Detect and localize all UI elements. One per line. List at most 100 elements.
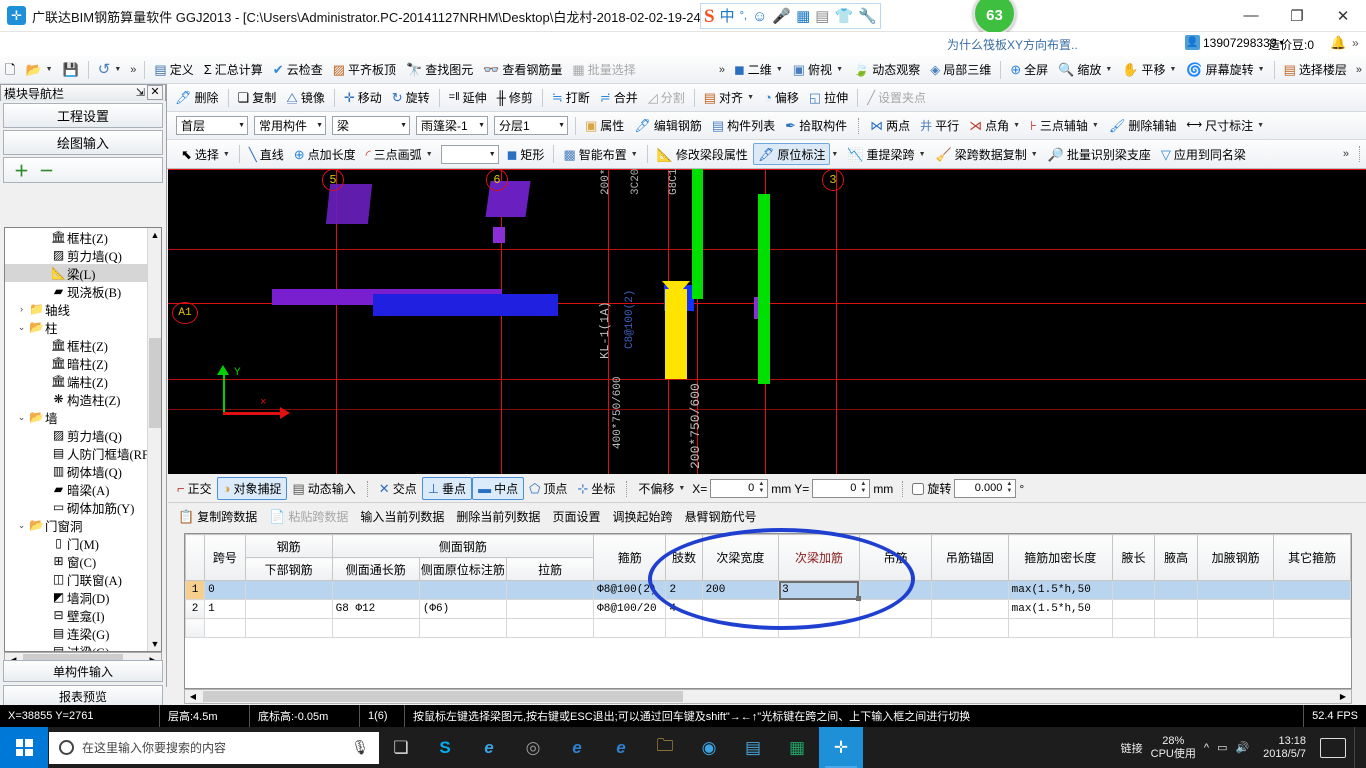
local-3d-button[interactable]: ◈ 局部三维	[925, 59, 996, 81]
grid-header-14[interactable]: 其它箍筋	[1273, 534, 1351, 581]
undo-button[interactable]: ↺ ▼	[93, 59, 127, 81]
grid-cell-empty-6[interactable]	[665, 618, 703, 638]
column-green[interactable]	[692, 169, 703, 299]
spinner-icon[interactable]: ▲ ▼	[756, 481, 766, 496]
chevron-down-icon[interactable]: ▼	[1092, 122, 1099, 129]
tree-expander-icon[interactable]: ⌄	[15, 412, 28, 423]
grid-hscrollbar[interactable]: ◀ ▶	[184, 689, 1352, 704]
grid-header-10[interactable]: 箍筋加密长度	[1007, 534, 1113, 581]
offset-select[interactable]: 不偏移 ▼	[633, 478, 690, 499]
grid-cell-0-9[interactable]	[858, 580, 933, 600]
beam-element[interactable]	[373, 294, 558, 316]
chevron-down-icon[interactable]: ▼	[223, 151, 230, 158]
grid-header-7[interactable]: 次梁加筋	[778, 534, 860, 581]
grid-cell-0-2[interactable]	[331, 580, 420, 600]
ime-card-icon[interactable]: ▤	[815, 9, 829, 24]
chevron-down-icon[interactable]: ▼	[316, 122, 323, 129]
set-grip-button[interactable]: ╱ 设置夹点	[862, 87, 931, 109]
stretch-button[interactable]: ◱ 拉伸	[804, 87, 853, 109]
dynamic-observe-button[interactable]: 🍃 动态观察	[848, 59, 925, 81]
scroll-down-icon[interactable]: ▼	[148, 637, 161, 651]
intersection-snap[interactable]: ✕ 交点	[374, 478, 422, 499]
ime-punctuation-icon[interactable]: °,	[740, 10, 747, 22]
excel-icon[interactable]: ▦	[775, 727, 819, 768]
tree-item-12[interactable]: ▤ 人防门框墙(RF	[5, 444, 149, 462]
chevron-down-icon[interactable]: ▼	[678, 485, 685, 492]
chevron-down-icon[interactable]: ▼	[114, 66, 121, 73]
tree-expander-icon[interactable]: ›	[15, 304, 28, 314]
grid-cell-1-0[interactable]: 1	[204, 599, 246, 619]
grid-cell-1-7[interactable]	[701, 599, 780, 619]
report-preview-button[interactable]: 报表预览	[3, 685, 163, 707]
scroll-thumb[interactable]	[149, 338, 161, 428]
show-desktop-button[interactable]	[1354, 727, 1362, 768]
point-angle-button[interactable]: ⋊ 点角 ▼	[964, 115, 1025, 137]
grid-cell-1-1[interactable]	[244, 599, 333, 619]
ie-icon[interactable]: e	[599, 727, 643, 768]
grid-cell-empty-14[interactable]	[1196, 618, 1275, 638]
tree-expander-icon[interactable]: ⌄	[15, 322, 28, 333]
rotate-button[interactable]: ↻ 旋转	[387, 87, 435, 109]
grid-cell-0-1[interactable]	[244, 580, 333, 600]
grid-header-6[interactable]: 次梁宽度	[701, 534, 780, 581]
grid-cell-0-3[interactable]	[418, 580, 507, 600]
tree-item-19[interactable]: ◫ 门联窗(A)	[5, 570, 149, 588]
grid-cell-0-11[interactable]: max(1.5*h,50	[1007, 580, 1113, 600]
grid-cell-1-13[interactable]	[1154, 599, 1198, 619]
promo-link[interactable]: 为什么筏板XY方向布置..	[947, 36, 1078, 53]
rotate-input[interactable]: 0.000 ▲ ▼	[954, 479, 1017, 498]
select-floor-button[interactable]: ▤ 选择楼层	[1279, 59, 1352, 81]
grid-cell-empty-12[interactable]	[1111, 618, 1156, 638]
open-file-button[interactable]: 📂 ▼	[20, 59, 57, 81]
flat-top-button[interactable]: ▨ 平齐板顶	[328, 59, 401, 81]
grid-cell-0-12[interactable]	[1111, 580, 1156, 600]
merge-button[interactable]: ≓ 合并	[595, 87, 643, 109]
grid-cell-0-7[interactable]: 200	[701, 580, 780, 600]
start-button[interactable]	[0, 727, 48, 768]
tree-item-10[interactable]: ⌄ 📂 墙	[5, 408, 149, 426]
grid-header-11[interactable]: 腋长	[1111, 534, 1156, 581]
line-button[interactable]: ╲ 直线	[244, 143, 289, 165]
sogou-logo-icon[interactable]: S	[704, 7, 715, 26]
rectangle-button[interactable]: ◼ 矩形	[502, 143, 550, 165]
app-window-icon[interactable]: ▤	[731, 727, 775, 768]
chevron-down-icon[interactable]: ▼	[836, 66, 843, 73]
project-settings-button[interactable]: 工程设置	[3, 103, 163, 128]
grid-cell-1-9[interactable]	[858, 599, 933, 619]
page-setup-action[interactable]: 页面设置	[552, 508, 600, 525]
grid-cell-1-5[interactable]: Φ8@100/20	[593, 599, 667, 619]
grid-cell-1-4[interactable]	[505, 599, 595, 619]
floor-select[interactable]: 首层 ▼	[176, 116, 248, 135]
chevron-down-icon[interactable]: ▼	[1105, 66, 1112, 73]
grid-header-5[interactable]: 肢数	[665, 534, 703, 581]
tree-item-9[interactable]: ❋ 构造柱(Z)	[5, 390, 149, 408]
edit-beam-segment-button[interactable]: 📐 修改梁段属性	[652, 143, 753, 165]
grid-cell-empty-13[interactable]	[1154, 618, 1198, 638]
grid-cell-1-14[interactable]	[1196, 599, 1275, 619]
perpendicular-snap[interactable]: ⊥ 垂点	[421, 477, 473, 500]
component-list-button[interactable]: ▤ 构件列表	[707, 115, 780, 137]
grid-cell-empty-5[interactable]	[593, 618, 667, 638]
panel-close-icon[interactable]: ✕	[147, 85, 163, 100]
ime-skin-icon[interactable]: 👕	[834, 9, 853, 24]
remove-icon[interactable]: －	[39, 160, 54, 181]
toolbar-overflow-icon[interactable]: »	[1339, 148, 1353, 160]
chevron-down-icon[interactable]: ▼	[478, 122, 485, 129]
pin-icon[interactable]: ⇲	[136, 86, 145, 99]
notification-bell-icon[interactable]: 🔔	[1330, 35, 1346, 51]
vertex-snap[interactable]: ⬠ 顶点	[524, 478, 572, 499]
input-current-column-action[interactable]: 输入当前列数据	[360, 508, 444, 525]
ime-chinese-icon[interactable]: 中	[720, 9, 735, 24]
cloud-check-button[interactable]: ✔ 云检查	[268, 59, 328, 81]
grid-cell-1-6[interactable]: 4	[665, 599, 703, 619]
point-add-length-button[interactable]: ⊕ 点加长度	[289, 143, 361, 165]
mirror-button[interactable]: ⧋ 镜像	[281, 87, 330, 109]
dimension-button[interactable]: ⟷ 尺寸标注 ▼	[1181, 115, 1269, 137]
swap-start-span-action[interactable]: 调换起始跨	[612, 508, 672, 525]
original-annotation-button[interactable]: 🖋 原位标注	[752, 143, 831, 165]
cantilever-rebar-code-action[interactable]: 悬臂钢筋代号	[684, 508, 756, 525]
task-view-icon[interactable]: ❏	[379, 727, 423, 768]
chevron-down-icon[interactable]: ▼	[1169, 66, 1176, 73]
drawing-canvas[interactable]: 200*245 3C20,3C18 G8C12 KL-1(1A) C8@100(…	[168, 169, 1366, 474]
tree-item-21[interactable]: ⊟ 壁龛(I)	[5, 606, 149, 624]
